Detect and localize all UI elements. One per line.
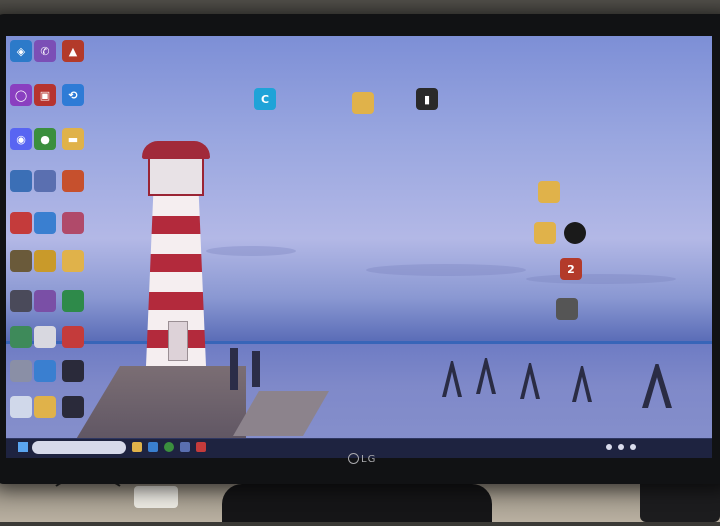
app-icon[interactable]: ▲ [62,40,84,62]
app-icon[interactable] [62,360,84,382]
app-icon[interactable] [62,290,84,312]
app-icon[interactable] [10,250,32,272]
taskbar-app-icon[interactable] [196,442,206,452]
start-button[interactable] [18,442,28,452]
app-icon[interactable] [556,298,578,320]
app-icon[interactable] [62,170,84,192]
taskbar-app-icon[interactable] [180,442,190,452]
cloud [526,274,676,284]
app-icon[interactable] [10,326,32,348]
app-icon[interactable] [34,250,56,272]
app-icon[interactable]: 2 [560,258,582,280]
viber-icon[interactable]: ✆ [34,40,56,62]
file-explorer-icon[interactable] [132,442,142,452]
tray-icon[interactable] [618,444,624,450]
app-icon[interactable]: C [254,88,276,110]
pier-post [230,348,238,390]
monitor-brand-logo: LG [348,453,376,465]
lighthouse-lamp-room [148,156,204,196]
app-icon[interactable] [34,326,56,348]
tray-icon[interactable] [606,444,612,450]
app-icon[interactable]: ◯ [10,84,32,106]
chrome-icon[interactable]: ● [34,128,56,150]
discord-icon[interactable]: ◉ [10,128,32,150]
app-icon[interactable] [34,170,56,192]
app-icon[interactable]: ▣ [34,84,56,106]
folder-icon[interactable] [62,250,84,272]
taskbar-app-icon[interactable] [148,442,158,452]
app-icon[interactable] [62,326,84,348]
desktop-screen: ◈ ✆ ▲ ◯ ▣ ⟲ ◉ ● ▬ C ▮ 2 [6,36,712,458]
monitor-stand [222,484,492,522]
app-icon[interactable]: ▮ [416,88,438,110]
app-icon[interactable] [34,212,56,234]
app-icon[interactable]: ⟲ [62,84,84,106]
lighthouse-roof [142,141,210,159]
app-icon[interactable] [10,290,32,312]
app-icon[interactable] [10,170,32,192]
folder-icon[interactable] [538,181,560,203]
cloud [206,246,296,256]
lighthouse [142,141,210,366]
app-icon[interactable] [564,222,586,244]
tray-icon[interactable] [630,444,636,450]
folder-icon[interactable] [352,92,374,114]
lighthouse-door [168,321,188,361]
app-icon[interactable] [62,396,84,418]
app-icon[interactable] [10,360,32,382]
folder-icon[interactable]: ▬ [62,128,84,150]
cloud [366,264,526,276]
app-icon[interactable] [10,212,32,234]
app-icon[interactable] [34,290,56,312]
app-icon[interactable]: ◈ [10,40,32,62]
chrome-icon[interactable] [164,442,174,452]
folder-icon[interactable] [34,396,56,418]
cup [134,486,178,508]
search-input[interactable] [32,441,126,454]
app-icon[interactable] [34,360,56,382]
monitor-bezel: ◈ ✆ ▲ ◯ ▣ ⟲ ◉ ● ▬ C ▮ 2 [0,14,720,484]
pier-post [252,351,260,387]
app-icon[interactable] [62,212,84,234]
folder-icon[interactable] [534,222,556,244]
app-icon[interactable] [10,396,32,418]
